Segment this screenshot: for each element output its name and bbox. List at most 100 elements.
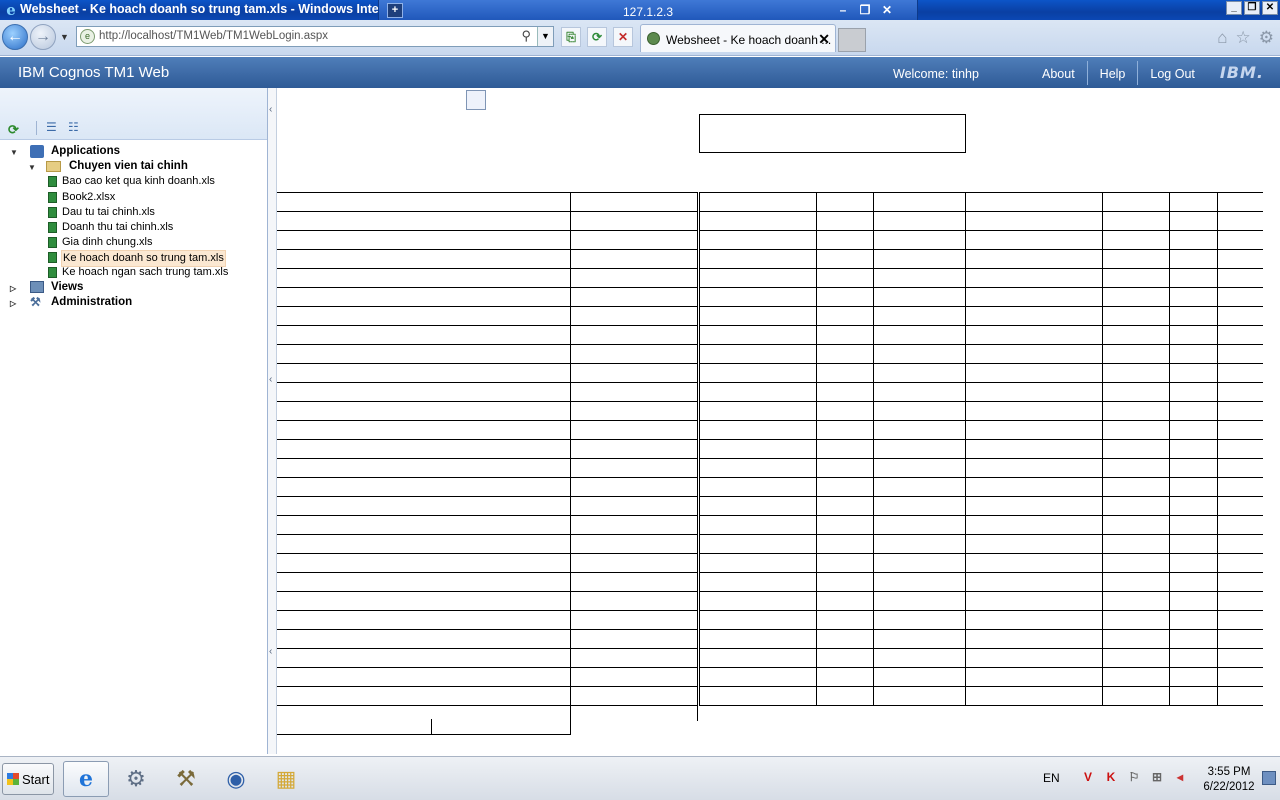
grid-row-line — [699, 420, 1263, 421]
spreadsheet-icon — [48, 267, 57, 278]
grid-row-line — [699, 401, 1263, 402]
taskbar-tools-button[interactable]: ⚒ — [163, 761, 209, 797]
maximize-button[interactable]: ❐ — [1244, 1, 1260, 15]
kaspersky-icon[interactable]: K — [1103, 769, 1119, 785]
collapse-all-icon[interactable]: ☷ — [68, 120, 79, 134]
tree-file-item-selected[interactable]: Ke hoach doanh so trung tam.xls — [48, 250, 263, 267]
search-icon[interactable]: ⚲ — [521, 28, 531, 44]
tree-file-item[interactable]: Bao cao ket qua kinh doanh.xls — [48, 174, 263, 189]
antivirus-icon[interactable]: V — [1080, 769, 1096, 785]
grid-row-line — [277, 420, 697, 421]
tree-node-views[interactable]: ▷ Views — [10, 280, 260, 295]
selected-cell[interactable] — [466, 90, 486, 110]
folder-icon: ▦ — [275, 766, 297, 791]
grid-row-line — [699, 287, 1263, 288]
grid-row-line — [699, 268, 1263, 269]
stop-icon[interactable]: ✕ — [613, 27, 633, 47]
grid-row-line — [699, 211, 1263, 212]
spreadsheet-icon — [48, 207, 57, 218]
back-button[interactable]: ← — [2, 24, 28, 50]
clock[interactable]: 3:55 PM 6/22/2012 — [1200, 765, 1258, 795]
grid-row-line — [699, 572, 1263, 573]
refresh-tree-icon[interactable]: ⟳ — [8, 122, 19, 138]
panel-splitter[interactable]: ‹ ‹ ‹ — [268, 88, 277, 754]
network-icon[interactable]: ⊞ — [1149, 769, 1165, 785]
collapsed-icon[interactable]: ▷ — [10, 296, 20, 308]
tree-file-item[interactable]: Doanh thu tai chinh.xls — [48, 220, 263, 235]
taskbar-explorer-button[interactable]: ▦ — [263, 761, 309, 797]
tree-file-item[interactable]: Gia dinh chung.xls — [48, 235, 263, 250]
grid-row-line — [277, 230, 697, 231]
tree-file-item[interactable]: Book2.xlsx — [48, 190, 263, 205]
new-tab-button[interactable] — [838, 28, 866, 52]
close-button[interactable]: ✕ — [1262, 1, 1278, 15]
home-icon[interactable]: ⌂ — [1217, 28, 1227, 48]
grid-row-line — [277, 439, 697, 440]
collapse-panel-icon[interactable]: ‹ — [269, 374, 272, 385]
grid-row-line — [699, 648, 1263, 649]
restore-remote-button[interactable]: ❐ — [857, 3, 873, 18]
grid-row-line — [699, 382, 1263, 383]
close-tab-icon[interactable]: ✕ — [818, 31, 830, 48]
tree-file-item[interactable]: Dau tu tai chinh.xls — [48, 205, 263, 220]
taskbar-ie-button[interactable]: e — [63, 761, 109, 797]
grid-row-line — [277, 382, 697, 383]
address-dropdown[interactable]: ▼ — [537, 27, 553, 46]
websheet-area[interactable] — [277, 88, 1277, 754]
tree-node-applications[interactable]: ▼ Applications — [10, 144, 260, 159]
app-header: IBM Cognos TM1 Web Welcome: tinhp About … — [0, 57, 1280, 88]
taskbar-remote-button[interactable]: ◉ — [213, 761, 259, 797]
grid-row-line — [277, 211, 697, 212]
views-icon — [30, 281, 44, 293]
language-indicator[interactable]: EN — [1043, 771, 1060, 785]
internet-explorer-icon: e — [79, 766, 93, 792]
minimize-button[interactable]: _ — [1226, 1, 1242, 15]
flag-icon[interactable]: ⚐ — [1126, 769, 1142, 785]
tree-node-administration[interactable]: ▷ ⚒ Administration — [10, 295, 260, 310]
collapse-panel-icon[interactable]: ‹ — [269, 104, 272, 115]
show-desktop-button[interactable] — [1262, 771, 1276, 785]
taskbar-settings-button[interactable]: ⚙ — [113, 761, 159, 797]
history-dropdown[interactable]: ▼ — [60, 32, 70, 42]
windows-logo-icon — [7, 773, 19, 785]
grid-row-line — [277, 667, 697, 668]
collapse-panel-icon[interactable]: ‹ — [269, 646, 272, 657]
grid-row-line — [699, 705, 1263, 706]
header-links: About Help Log Out — [1030, 61, 1207, 85]
tree-file-item[interactable]: Ke hoach ngan sach trung tam.xls — [48, 265, 263, 280]
spreadsheet-icon — [48, 192, 57, 203]
favorites-icon[interactable]: ☆ — [1236, 28, 1251, 48]
grid-column-line — [965, 192, 966, 705]
sheet-title-box[interactable] — [699, 114, 966, 153]
grid-column-line — [570, 192, 571, 735]
grid-row-line — [277, 572, 697, 573]
forward-button[interactable]: → — [30, 24, 56, 50]
start-button[interactable]: Start — [2, 763, 54, 795]
browser-right-icons: ⌂ ☆ ⚙ — [1217, 28, 1274, 48]
expanded-icon[interactable]: ▼ — [10, 145, 20, 157]
grid-row-line — [277, 496, 697, 497]
volume-muted-icon[interactable]: ◂ — [1172, 769, 1188, 785]
minimize-remote-button[interactable]: – — [835, 3, 851, 18]
close-remote-button[interactable]: ✕ — [879, 3, 895, 18]
logout-link[interactable]: Log Out — [1137, 61, 1206, 85]
grid-row-line — [277, 192, 697, 193]
refresh-icon[interactable]: ⟳ — [587, 27, 607, 47]
spreadsheet-icon — [48, 222, 57, 233]
expanded-icon[interactable]: ▼ — [28, 160, 38, 172]
about-link[interactable]: About — [1030, 61, 1087, 85]
address-bar[interactable]: e http://localhost/TM1Web/TM1WebLogin.as… — [76, 26, 554, 47]
spreadsheet-icon — [48, 237, 57, 248]
browser-tab[interactable]: Websheet - Ke hoach doanh ... ✕ — [640, 24, 836, 52]
grid-row-line — [277, 477, 697, 478]
collapsed-icon[interactable]: ▷ — [10, 281, 20, 293]
grid-row-line — [699, 477, 1263, 478]
compat-view-icon[interactable]: ⎘ — [561, 27, 581, 47]
folder-icon — [46, 161, 61, 172]
tools-icon[interactable]: ⚙ — [1259, 28, 1274, 48]
tree-node-folder[interactable]: ▼ Chuyen vien tai chinh — [28, 159, 258, 174]
remote-app-icon: ◉ — [226, 766, 246, 791]
grid-row-line — [277, 325, 697, 326]
expand-all-icon[interactable]: ☰ — [46, 120, 57, 134]
help-link[interactable]: Help — [1086, 61, 1138, 85]
